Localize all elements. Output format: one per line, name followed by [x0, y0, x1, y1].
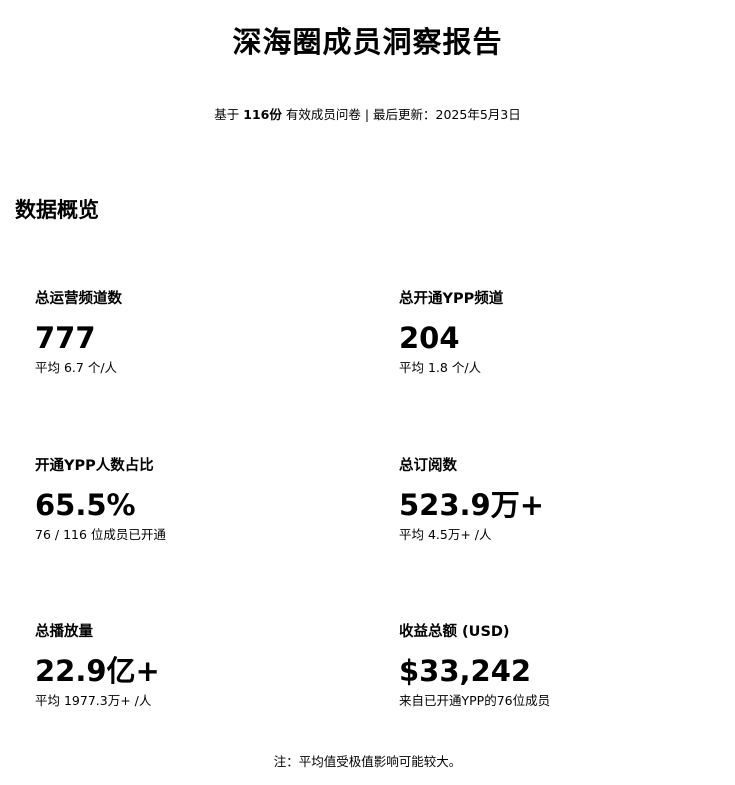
- stat-subtext: 平均 6.7 个/人: [35, 360, 118, 375]
- stat-label: 总订阅数: [399, 458, 457, 474]
- stat-value: 22.9亿+: [35, 654, 160, 688]
- subtitle-count: 116份: [243, 107, 282, 122]
- stat-subtext: 平均 1.8 个/人: [399, 360, 482, 375]
- stat-card-total-views: 总播放量 22.9亿+ 平均 1977.3万+ /人: [35, 622, 335, 710]
- stat-value: $33,242: [399, 654, 532, 688]
- stat-card-ypp-ratio: 开通YPP人数占比 65.5% 76 / 116 位成员已开通: [35, 456, 335, 544]
- section-title-overview: 数据概览: [15, 198, 99, 222]
- stat-card-total-revenue: 收益总额 (USD) $33,242 来自已开通YPP的76位成员: [399, 622, 699, 710]
- stat-subtext: 来自已开通YPP的76位成员: [399, 693, 551, 708]
- stat-value: 523.9万+: [399, 488, 545, 522]
- report-subtitle: 基于 116份 有效成员问卷 | 最后更新：2025年5月3日: [0, 106, 735, 124]
- subtitle-prefix: 基于: [214, 107, 240, 122]
- stat-label: 开通YPP人数占比: [35, 458, 154, 474]
- footnote: 注：平均值受极值影响可能较大。: [273, 754, 462, 769]
- stat-label: 收益总额 (USD): [399, 624, 510, 640]
- report-title: 深海圈成员洞察报告: [232, 25, 503, 59]
- stat-label: 总播放量: [35, 624, 93, 640]
- subtitle-rest: 有效成员问卷 | 最后更新：2025年5月3日: [285, 107, 521, 122]
- stat-card-ypp-channels: 总开通YPP频道 204 平均 1.8 个/人: [399, 289, 699, 377]
- stat-card-total-channels: 总运营频道数 777 平均 6.7 个/人: [35, 289, 335, 377]
- stat-value: 777: [35, 321, 96, 355]
- stat-value: 65.5%: [35, 488, 136, 522]
- stat-subtext: 平均 1977.3万+ /人: [35, 693, 152, 708]
- stat-label: 总开通YPP频道: [399, 291, 504, 307]
- stat-value: 204: [399, 321, 460, 355]
- stat-subtext: 76 / 116 位成员已开通: [35, 527, 166, 542]
- stat-card-total-subscribers: 总订阅数 523.9万+ 平均 4.5万+ /人: [399, 456, 699, 544]
- stat-label: 总运营频道数: [35, 291, 122, 307]
- stat-subtext: 平均 4.5万+ /人: [399, 527, 492, 542]
